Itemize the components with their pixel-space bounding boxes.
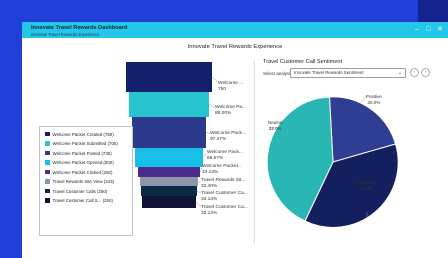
pie-label-neutral: Neutral 32.0%: [268, 120, 283, 131]
sentiment-pie-chart: [266, 95, 399, 228]
pie-label-negative: Negative 38.0%: [358, 180, 376, 191]
pie-label-positive: Positive 30.0%: [366, 94, 382, 105]
dashboard-window: Innovate Travel Rewards Dashboard Innova…: [22, 22, 448, 258]
